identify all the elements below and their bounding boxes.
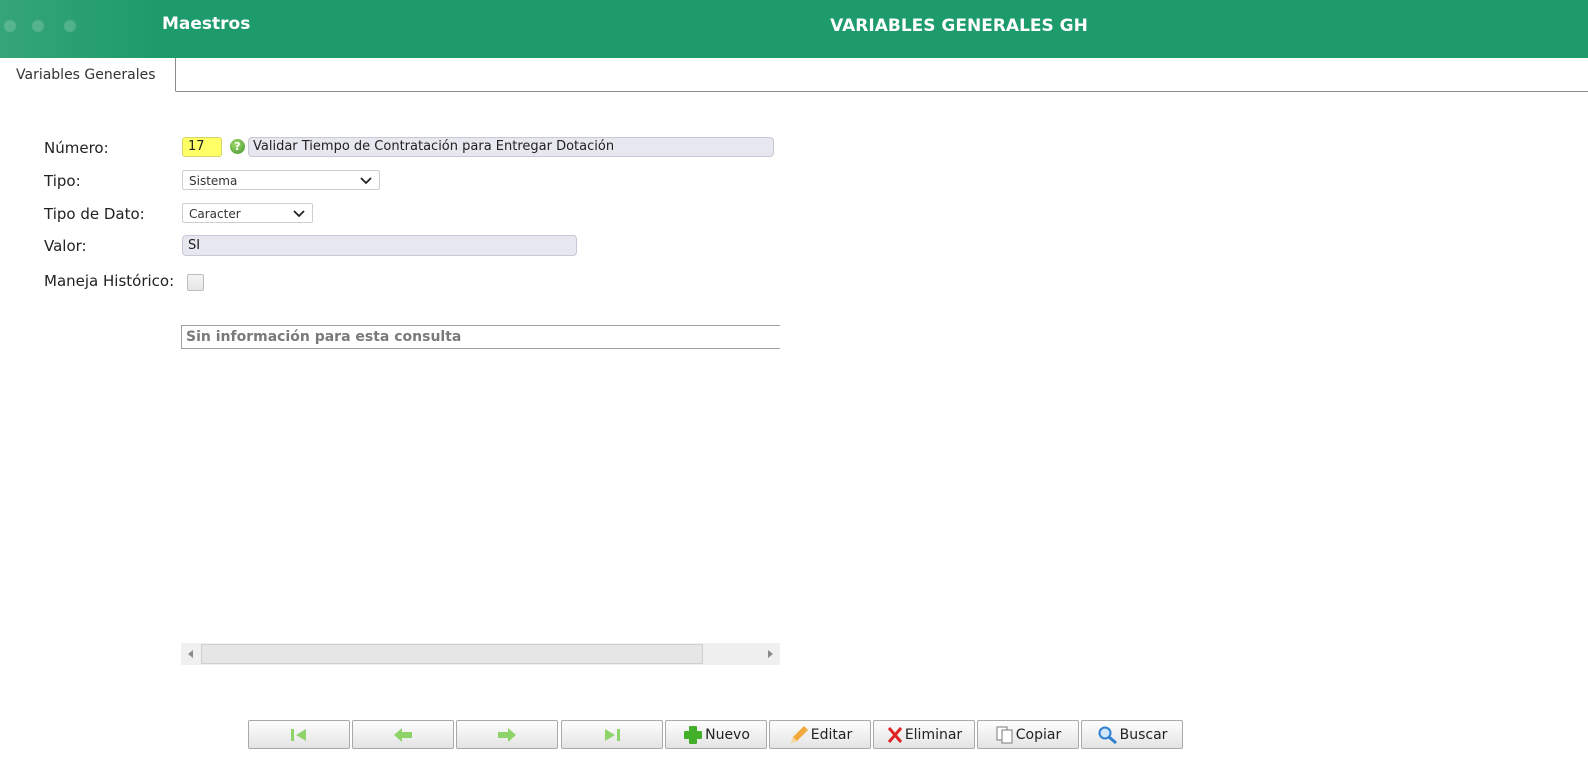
results-grid: Sin información para esta consulta xyxy=(181,325,780,349)
eliminar-button[interactable]: Eliminar xyxy=(873,720,975,749)
numero-input[interactable]: 17 xyxy=(182,137,222,157)
magnifier-icon xyxy=(1098,726,1117,744)
scroll-right-icon[interactable] xyxy=(760,643,780,665)
copiar-label: Copiar xyxy=(1015,726,1062,743)
page-title: VARIABLES GENERALES GH xyxy=(830,16,1088,36)
chevron-down-icon xyxy=(293,210,305,218)
previous-record-button[interactable] xyxy=(352,720,454,749)
historico-checkbox[interactable] xyxy=(187,274,204,291)
buscar-button[interactable]: Buscar xyxy=(1081,720,1183,749)
valor-input[interactable]: SI xyxy=(182,235,577,256)
app-header: Maestros VARIABLES GENERALES GH xyxy=(0,0,1588,58)
tab-bar: Variables Generales xyxy=(0,58,1588,92)
editar-button[interactable]: Editar xyxy=(769,720,871,749)
pencil-icon xyxy=(790,725,808,743)
next-record-icon xyxy=(498,727,516,742)
tipo-select[interactable]: Sistema xyxy=(182,170,380,190)
valor-label: Valor: xyxy=(44,237,87,255)
numero-label: Número: xyxy=(44,139,109,157)
historico-label: Maneja Histórico: xyxy=(44,272,175,290)
first-record-icon xyxy=(291,728,306,741)
plus-icon xyxy=(684,725,703,744)
scrollbar-thumb[interactable] xyxy=(201,644,703,664)
copy-icon xyxy=(996,726,1013,743)
chevron-down-icon xyxy=(360,177,372,185)
help-icon[interactable]: ? xyxy=(230,139,245,154)
first-record-button[interactable] xyxy=(248,720,350,749)
copiar-button[interactable]: Copiar xyxy=(977,720,1079,749)
x-icon xyxy=(887,726,902,743)
last-record-icon xyxy=(605,728,620,741)
nuevo-label: Nuevo xyxy=(705,726,750,743)
descripcion-input[interactable]: Validar Tiempo de Contratación para Entr… xyxy=(248,137,774,157)
tipo-dato-label: Tipo de Dato: xyxy=(44,205,145,223)
last-record-button[interactable] xyxy=(561,720,663,749)
editar-label: Editar xyxy=(810,726,853,743)
next-record-button[interactable] xyxy=(456,720,558,749)
buscar-label: Buscar xyxy=(1119,726,1168,743)
scroll-left-icon[interactable] xyxy=(181,643,201,665)
tipo-label: Tipo: xyxy=(44,172,81,190)
tab-variables-generales[interactable]: Variables Generales xyxy=(0,58,176,92)
tipo-select-value: Sistema xyxy=(189,174,238,188)
tipo-dato-select-value: Caracter xyxy=(189,207,241,221)
horizontal-scrollbar[interactable] xyxy=(181,643,780,665)
previous-record-icon xyxy=(394,727,412,742)
eliminar-label: Eliminar xyxy=(904,726,963,743)
tipo-dato-select[interactable]: Caracter xyxy=(182,203,313,223)
nuevo-button[interactable]: Nuevo xyxy=(665,720,767,749)
